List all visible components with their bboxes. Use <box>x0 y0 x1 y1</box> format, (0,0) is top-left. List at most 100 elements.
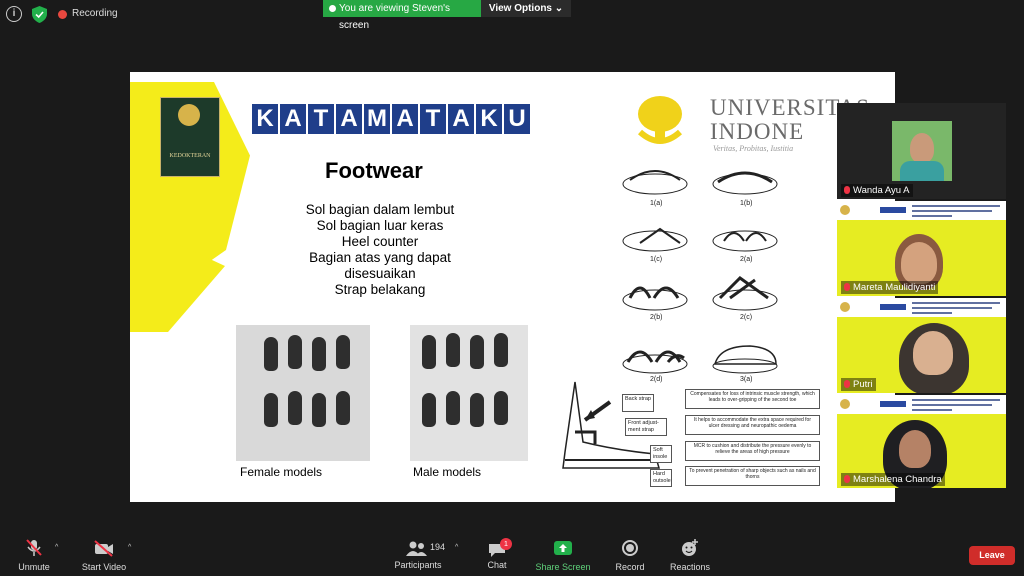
chat-badge: 1 <box>500 538 512 550</box>
part-label: Back strap <box>622 394 654 412</box>
record-button[interactable]: Record <box>612 538 648 572</box>
share-screen-label: Share Screen <box>535 562 591 572</box>
share-screen-icon <box>554 541 572 555</box>
bullet-line: Heel counter <box>341 234 419 249</box>
header-letter: K <box>252 104 278 134</box>
male-models-photo <box>410 325 528 461</box>
participant-tile[interactable]: Wanda Ayu A <box>837 103 1006 199</box>
katamataku-header: K A T A M A T A K U <box>252 104 530 140</box>
faculty-logo: KEDOKTERAN <box>160 97 220 177</box>
header-letter: M <box>364 104 390 134</box>
unmute-label: Unmute <box>18 562 50 572</box>
sandal-drawing <box>622 227 688 252</box>
bullet-line: Bagian atas yang dapat <box>309 250 451 265</box>
record-label: Record <box>615 562 645 572</box>
participant-tile[interactable]: Putri <box>837 298 1006 393</box>
participants-button[interactable]: 194 Participants <box>392 538 446 570</box>
leave-button[interactable]: Leave <box>969 546 1015 565</box>
participant-name-text: Marshalena Chandra <box>853 474 942 485</box>
participant-tile[interactable]: Mareta Maulidiyanti <box>837 201 1006 296</box>
chat-button[interactable]: 1 Chat <box>482 538 512 570</box>
part-label: Front adjust-ment strap <box>625 418 667 436</box>
figure-label: 3(a) <box>740 376 753 383</box>
unmute-button[interactable]: Unmute <box>14 538 54 572</box>
figure-label: 2(b) <box>650 314 663 321</box>
participant-name: Mareta Maulidiyanti <box>841 281 939 294</box>
sandal-drawing <box>712 276 778 311</box>
reactions-button[interactable]: Reactions <box>668 538 712 572</box>
participant-name: Wanda Ayu A <box>841 184 913 197</box>
part-description: Compensates for loss of intrinsic muscle… <box>685 389 820 409</box>
participants-label: Participants <box>394 560 442 570</box>
bullet-line: Strap belakang <box>334 282 426 297</box>
chevron-down-icon: ⌄ <box>554 3 564 14</box>
figure-label: 1(a) <box>650 200 663 207</box>
sandal-drawing <box>712 345 778 374</box>
meeting-info-icon[interactable]: i <box>6 6 22 22</box>
university-motto: Veritas, Probitas, Iustitia <box>713 144 794 153</box>
mic-muted-icon <box>844 283 850 291</box>
header-letter: U <box>504 104 530 134</box>
mic-muted-icon <box>26 539 42 556</box>
slide-bullets: Sol bagian dalam lembut Sol bagian luar … <box>280 202 480 298</box>
header-letter: A <box>336 104 362 134</box>
video-options-caret-icon[interactable]: ^ <box>128 544 131 551</box>
header-letter: T <box>308 104 334 134</box>
participant-name-text: Putri <box>853 379 873 390</box>
participants-icon <box>406 541 427 556</box>
female-models-caption: Female models <box>240 465 323 479</box>
part-description: MCR to cushion and distribute the pressu… <box>685 441 820 461</box>
part-label: Hard outsole <box>650 469 672 487</box>
viewing-banner: You are viewing Steven's screen <box>323 0 481 31</box>
participant-name-text: Mareta Maulidiyanti <box>853 282 936 293</box>
header-letter: T <box>420 104 446 134</box>
slide-title: Footwear <box>325 158 423 183</box>
chat-label: Chat <box>487 560 507 570</box>
header-letter: A <box>392 104 418 134</box>
record-icon <box>622 540 638 556</box>
start-video-label: Start Video <box>81 562 127 572</box>
participants-caret-icon[interactable]: ^ <box>455 544 458 551</box>
university-emblem-icon <box>637 96 683 144</box>
participants-count: 194 <box>430 542 446 552</box>
recording-icon <box>58 10 67 19</box>
faculty-logo-text: KEDOKTERAN <box>169 153 211 159</box>
figure-label: 2(c) <box>740 314 753 321</box>
view-options-label: View Options <box>488 3 552 14</box>
bullet-line: disesuaikan <box>344 266 416 281</box>
participant-name: Marshalena Chandra <box>841 473 945 486</box>
webinar-banner <box>837 395 1006 414</box>
security-shield-icon[interactable] <box>32 6 47 23</box>
shared-screen: KEDOKTERAN K A T A M A T A K U Footwear … <box>130 72 895 502</box>
participant-tile[interactable]: Marshalena Chandra <box>837 395 1006 488</box>
mic-muted-icon <box>844 380 850 388</box>
figure-label: 1(c) <box>650 256 663 263</box>
screen-share-icon <box>329 5 336 12</box>
part-description: To prevent penetration of sharp objects … <box>685 466 820 486</box>
sandal-drawing <box>622 286 688 311</box>
participant-name: Putri <box>841 378 876 391</box>
sandal-drawing <box>622 350 688 374</box>
reactions-emoji-icon <box>682 539 698 556</box>
figure-label: 2(a) <box>740 256 753 263</box>
university-emblem-icon <box>178 104 200 126</box>
header-letter: A <box>448 104 474 134</box>
mic-muted-icon <box>844 186 850 194</box>
recording-label: Recording <box>72 8 118 19</box>
male-models-caption: Male models <box>413 465 482 479</box>
sandal-drawing <box>712 171 778 195</box>
sandal-drawing <box>712 230 778 252</box>
part-label: Soft insole <box>650 445 672 463</box>
reactions-label: Reactions <box>669 562 711 572</box>
webinar-banner <box>837 201 1006 220</box>
share-screen-button[interactable]: Share Screen <box>534 538 592 572</box>
view-options-button[interactable]: View Options ⌄ <box>481 0 571 17</box>
female-models-photo <box>236 325 370 461</box>
bullet-line: Sol bagian dalam lembut <box>305 202 455 217</box>
start-video-button[interactable]: Start Video <box>80 538 128 572</box>
figure-label: 1(b) <box>740 200 753 207</box>
participant-name-text: Wanda Ayu A <box>853 185 910 196</box>
header-letter: A <box>280 104 306 134</box>
audio-options-caret-icon[interactable]: ^ <box>55 544 58 551</box>
avatar <box>892 121 952 181</box>
